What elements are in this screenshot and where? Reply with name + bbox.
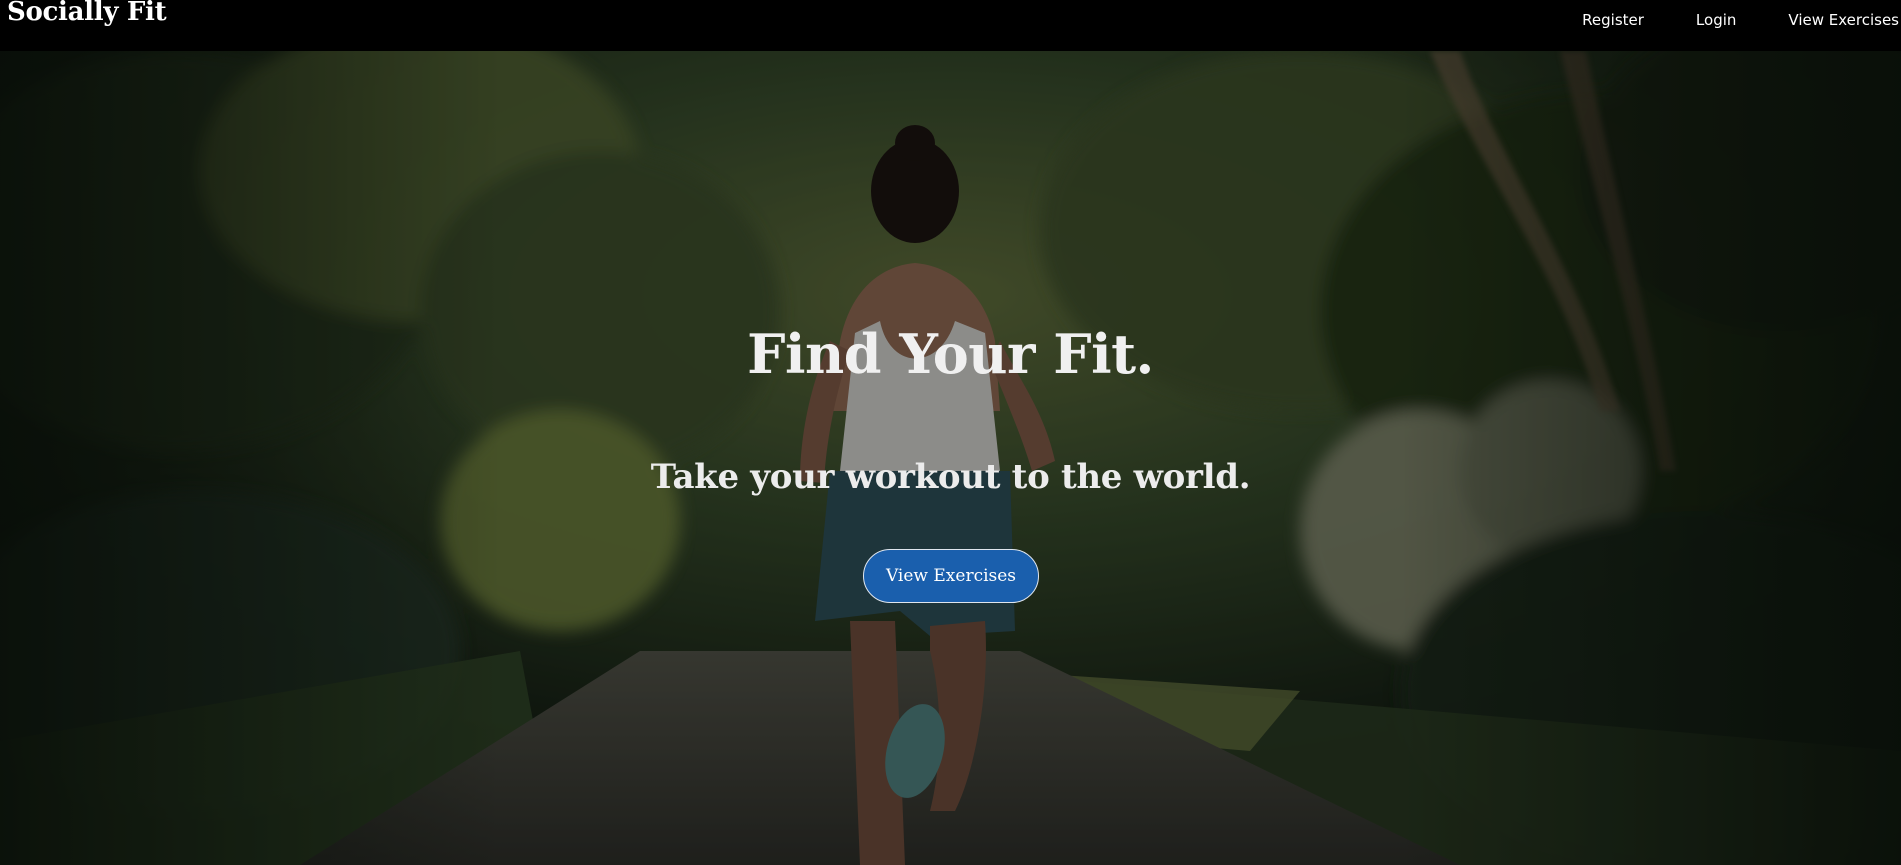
nav-view-exercises-link[interactable]: View Exercises: [1788, 8, 1899, 32]
hero-title: Find Your Fit.: [747, 322, 1154, 386]
view-exercises-button[interactable]: View Exercises: [863, 549, 1039, 603]
nav-links: Register Login View Exercises: [1582, 8, 1901, 32]
top-navbar: Socially Fit Register Login View Exercis…: [0, 0, 1901, 51]
hero-subtitle: Take your workout to the world.: [650, 457, 1251, 497]
brand-logo-text[interactable]: Socially Fit: [7, 0, 167, 25]
nav-register-link[interactable]: Register: [1582, 8, 1644, 32]
nav-login-link[interactable]: Login: [1696, 8, 1736, 32]
hero-section: Find Your Fit. Take your workout to the …: [0, 51, 1901, 865]
